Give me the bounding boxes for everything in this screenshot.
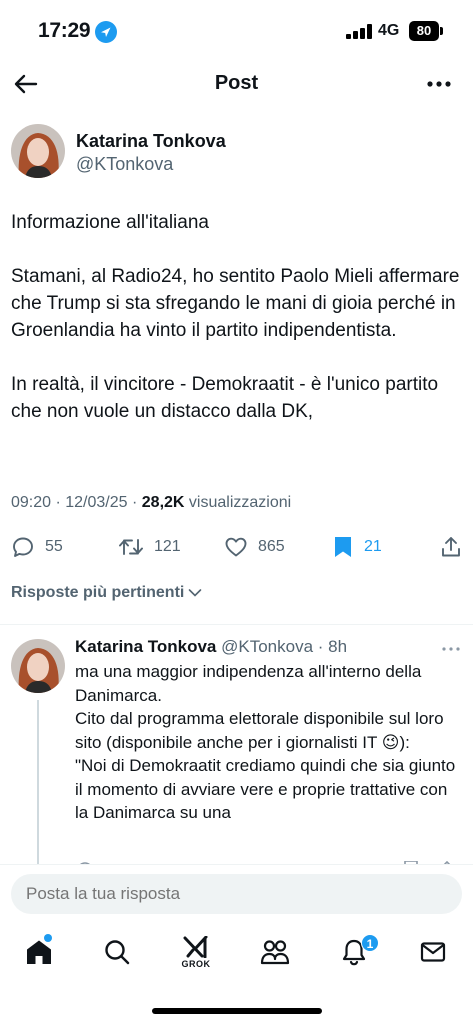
mail-icon bbox=[420, 942, 446, 962]
tab-messages[interactable] bbox=[403, 932, 463, 972]
tweet-timestamp[interactable]: 09:20 · 12/03/25 · bbox=[11, 494, 142, 511]
tweet-paragraph: Stamani, al Radio24, ho sentito Paolo Mi… bbox=[11, 266, 460, 341]
reply-text: ma una maggior indipendenza all'interno … bbox=[75, 660, 465, 825]
reply-header: Katarina Tonkova @KTonkova · 8h bbox=[75, 637, 347, 657]
bookmark-filled-icon bbox=[335, 537, 351, 557]
more-options-icon[interactable] bbox=[424, 74, 454, 94]
tweet-text: Informazione all'italiana Stamani, al Ra… bbox=[11, 209, 466, 452]
tab-search[interactable] bbox=[87, 932, 147, 972]
author-name[interactable]: Katarina Tonkova bbox=[76, 131, 226, 152]
reply-time: · 8h bbox=[313, 637, 348, 656]
tweet-meta: 09:20 · 12/03/25 · 28,2K visualizzazioni bbox=[11, 494, 291, 512]
home-icon bbox=[27, 940, 51, 964]
battery-tip bbox=[440, 27, 443, 35]
views-count[interactable]: 28,2K bbox=[142, 494, 185, 511]
divider bbox=[0, 624, 473, 625]
repost-count: 121 bbox=[154, 538, 181, 555]
tweet-paragraph: Informazione all'italiana bbox=[11, 212, 209, 233]
share-icon bbox=[442, 537, 460, 557]
sort-label: Risposte più pertinenti bbox=[11, 584, 185, 601]
like-count: 865 bbox=[258, 538, 285, 555]
status-bar: 17:29 4G 80 bbox=[0, 0, 473, 62]
page-title: Post bbox=[214, 72, 259, 94]
reply-more-icon[interactable] bbox=[441, 645, 461, 653]
tweet-actions: 55 121 865 21 bbox=[0, 530, 473, 564]
tab-communities[interactable] bbox=[245, 932, 305, 972]
bookmark-count: 21 bbox=[364, 538, 382, 555]
repost-icon bbox=[119, 539, 143, 555]
reply-button[interactable]: 55 bbox=[11, 530, 63, 564]
heart-icon bbox=[225, 537, 247, 557]
network-type: 4G bbox=[378, 22, 400, 39]
reply-line: "Noi di Demokraatit crediamo quindi che … bbox=[75, 756, 456, 822]
reply-actions-partial bbox=[75, 856, 470, 864]
reply-line: Cito dal programma elettorale disponibil… bbox=[75, 709, 444, 752]
author-avatar[interactable] bbox=[11, 124, 65, 178]
replies-sort-button[interactable]: Risposte più pertinenti bbox=[11, 584, 202, 602]
location-arrow-icon bbox=[95, 21, 117, 43]
post-header: Post bbox=[0, 62, 473, 106]
tweet-paragraph: In realtà, il vincitore - Demokraatit - … bbox=[11, 374, 439, 422]
reply-avatar[interactable] bbox=[11, 639, 65, 693]
reply-composer bbox=[0, 864, 473, 926]
tab-home[interactable] bbox=[9, 932, 69, 972]
status-time: 17:29 bbox=[38, 19, 91, 42]
bookmark-button[interactable]: 21 bbox=[332, 530, 382, 564]
views-label: visualizzazioni bbox=[184, 494, 292, 511]
search-icon bbox=[105, 940, 130, 965]
reply-input[interactable] bbox=[11, 874, 462, 914]
cellular-signal-icon bbox=[346, 24, 372, 39]
like-button[interactable]: 865 bbox=[224, 530, 285, 564]
author-handle[interactable]: @KTonkova bbox=[76, 154, 173, 175]
home-indicator bbox=[152, 1008, 322, 1014]
grok-label: GROK bbox=[181, 958, 211, 969]
battery-icon: 80 bbox=[409, 21, 439, 41]
notifications-badge: 1 bbox=[361, 934, 379, 952]
reply-author-handle[interactable]: @KTonkova bbox=[221, 637, 313, 656]
grok-icon bbox=[183, 935, 208, 958]
tab-grok[interactable]: GROK bbox=[166, 932, 226, 972]
thread-line bbox=[37, 700, 39, 865]
home-notification-dot bbox=[44, 934, 52, 942]
reply-line: ma una maggior indipendenza all'interno … bbox=[75, 662, 422, 705]
reply-icon bbox=[13, 537, 33, 557]
chevron-down-icon bbox=[189, 589, 202, 597]
share-button[interactable] bbox=[439, 530, 463, 564]
reply-author-name[interactable]: Katarina Tonkova bbox=[75, 637, 216, 656]
communities-icon bbox=[260, 940, 290, 965]
repost-button[interactable]: 121 bbox=[118, 530, 181, 564]
reply-count: 55 bbox=[45, 538, 63, 555]
